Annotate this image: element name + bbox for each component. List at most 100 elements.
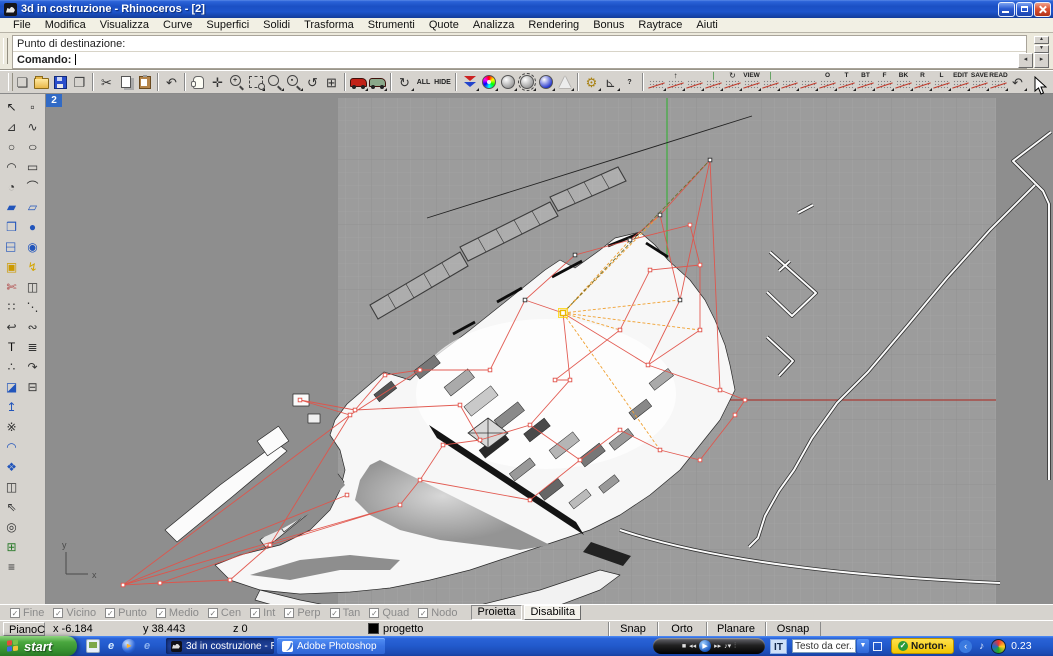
language-indicator[interactable]: IT	[770, 639, 787, 654]
zoom-previous-icon[interactable]: ↺	[303, 72, 322, 92]
internet-explorer-icon[interactable]: e	[104, 639, 118, 653]
flip-direction-icon[interactable]: ↻	[395, 72, 414, 92]
stop-icon[interactable]: ■	[682, 643, 686, 650]
menu-item-superfici[interactable]: Superfici	[199, 19, 256, 31]
control-point[interactable]	[698, 328, 702, 332]
control-point[interactable]	[678, 298, 682, 302]
target-point-icon[interactable]: ◎	[1, 517, 22, 537]
circle-icon[interactable]: ○	[1, 137, 22, 157]
proietta-button[interactable]: Proietta	[471, 605, 523, 620]
cplane-left-icon[interactable]: L	[932, 72, 951, 92]
make-2d-icon[interactable]: ⊟	[22, 377, 43, 397]
control-point[interactable]	[553, 378, 557, 382]
restore-button[interactable]	[1016, 2, 1033, 17]
taskbar-window-rhino[interactable]: 3d in costruzione - Rh...	[166, 638, 274, 654]
control-point[interactable]	[121, 583, 125, 587]
command-box[interactable]: Punto di destinazione: Comando:	[12, 35, 1027, 69]
search-input[interactable]	[792, 639, 856, 653]
control-point[interactable]	[478, 438, 482, 442]
cplane-vertical-icon[interactable]: ∣	[704, 72, 723, 92]
new-file-icon[interactable]: ❏	[13, 72, 32, 92]
menu-item-solidi[interactable]: Solidi	[256, 19, 297, 31]
menu-item-quote[interactable]: Quote	[422, 19, 466, 31]
control-point[interactable]	[698, 263, 702, 267]
cut-icon[interactable]: ✂	[97, 72, 116, 92]
export-file-icon[interactable]: ❐	[70, 72, 89, 92]
viewport[interactable]: y x 2	[46, 94, 1053, 604]
point-icon[interactable]: ▫	[22, 97, 43, 117]
cplane-world-icon[interactable]	[647, 72, 666, 92]
browser-icon[interactable]: e	[140, 639, 154, 653]
menu-item-aiuti[interactable]: Aiuti	[689, 19, 724, 31]
text-tool-icon[interactable]: T	[1, 337, 22, 357]
control-point[interactable]	[398, 503, 402, 507]
control-point[interactable]	[628, 238, 632, 242]
point-cloud-icon[interactable]: ∴	[1, 357, 22, 377]
zoom-dynamic-icon[interactable]	[265, 72, 284, 92]
extrude-icon[interactable]: ↥	[1, 397, 22, 417]
blend-icon[interactable]: ∾	[22, 317, 43, 337]
control-point[interactable]	[488, 368, 492, 372]
control-point[interactable]	[228, 578, 232, 582]
hide-objects-icon[interactable]: HIDE	[433, 72, 452, 92]
media-player-deskband[interactable]: ■ ◂◂ ▶ ▸▸ ♪▾ ⁞	[653, 638, 765, 654]
osnap-checkbox-quad[interactable]: ✓	[369, 608, 379, 618]
osnap-checkbox-fine[interactable]: ✓	[10, 608, 20, 618]
osnap-checkbox-perp[interactable]: ✓	[284, 608, 294, 618]
color-wheel-icon[interactable]	[479, 72, 498, 92]
menu-item-rendering[interactable]: Rendering	[521, 19, 586, 31]
osnap-checkbox-nodo[interactable]: ✓	[418, 608, 428, 618]
edit-points-icon[interactable]: ※	[1, 417, 22, 437]
control-point[interactable]	[578, 458, 582, 462]
ortho-pane[interactable]: Orto	[657, 622, 706, 636]
cplane-view-icon[interactable]: VIEW	[742, 72, 761, 92]
layers-icon[interactable]	[460, 72, 479, 92]
safely-remove-icon[interactable]: ‹	[959, 640, 972, 653]
menu-item-bonus[interactable]: Bonus	[586, 19, 631, 31]
control-point[interactable]	[688, 223, 692, 227]
menu-item-analizza[interactable]: Analizza	[466, 19, 522, 31]
control-point-curve-icon[interactable]: ∿	[22, 117, 43, 137]
cplane-front-icon[interactable]: F	[875, 72, 894, 92]
control-point[interactable]	[348, 413, 352, 417]
cplane-top-icon[interactable]: T	[837, 72, 856, 92]
toolbar-grip[interactable]	[3, 38, 8, 64]
undo-icon[interactable]: ↶	[162, 72, 181, 92]
control-point[interactable]	[528, 423, 532, 427]
control-point[interactable]	[268, 543, 272, 547]
control-point[interactable]	[418, 368, 422, 372]
menu-item-raytrace[interactable]: Raytrace	[631, 19, 689, 31]
cplane-bottom-icon[interactable]: BT	[856, 72, 875, 92]
command-history-spinner[interactable]: ▲▼	[1034, 36, 1049, 53]
menu-item-curve[interactable]: Curve	[156, 19, 199, 31]
split-icon[interactable]: ◫	[22, 277, 43, 297]
next-track-icon[interactable]: ▸▸	[714, 643, 721, 650]
command-scroll-buttons[interactable]: ◂▸	[1018, 53, 1049, 68]
cplane-save-icon[interactable]: SAVE	[970, 72, 989, 92]
paste-icon[interactable]	[135, 72, 154, 92]
explode-icon[interactable]: ↯	[22, 257, 43, 277]
control-point[interactable]	[646, 363, 650, 367]
snap-pane[interactable]: Snap	[608, 622, 657, 636]
spotlight-icon[interactable]	[555, 72, 574, 92]
cplane-back-icon[interactable]: BK	[894, 72, 913, 92]
viewport-title-tab[interactable]: 2	[46, 94, 62, 107]
osnap-pane[interactable]: Osnap	[765, 622, 821, 636]
cplane-edit-icon[interactable]: EDIT	[951, 72, 970, 92]
taskbar-window-photoshop[interactable]: Adobe Photoshop	[277, 638, 385, 654]
grid-toggle-icon[interactable]: ⊞	[322, 72, 341, 92]
previous-track-icon[interactable]: ◂◂	[689, 643, 696, 650]
command-prompt-line[interactable]: Comando:	[13, 51, 1026, 67]
door-window-icon[interactable]: ◫	[1, 477, 22, 497]
planar-pane[interactable]: Planare	[706, 622, 765, 636]
control-point[interactable]	[618, 328, 622, 332]
loft-icon[interactable]: ◠	[1, 437, 22, 457]
layer-pane[interactable]: progetto	[363, 622, 608, 636]
cplane-3point-icon[interactable]	[685, 72, 704, 92]
control-point[interactable]	[708, 158, 712, 162]
polyline-icon[interactable]: ⊿	[1, 117, 22, 137]
osnap-checkbox-vicino[interactable]: ✓	[53, 608, 63, 618]
display-shaded-car-icon[interactable]	[349, 72, 368, 92]
osnap-checkbox-punto[interactable]: ✓	[105, 608, 115, 618]
block-edit-icon[interactable]: ▣	[1, 257, 22, 277]
